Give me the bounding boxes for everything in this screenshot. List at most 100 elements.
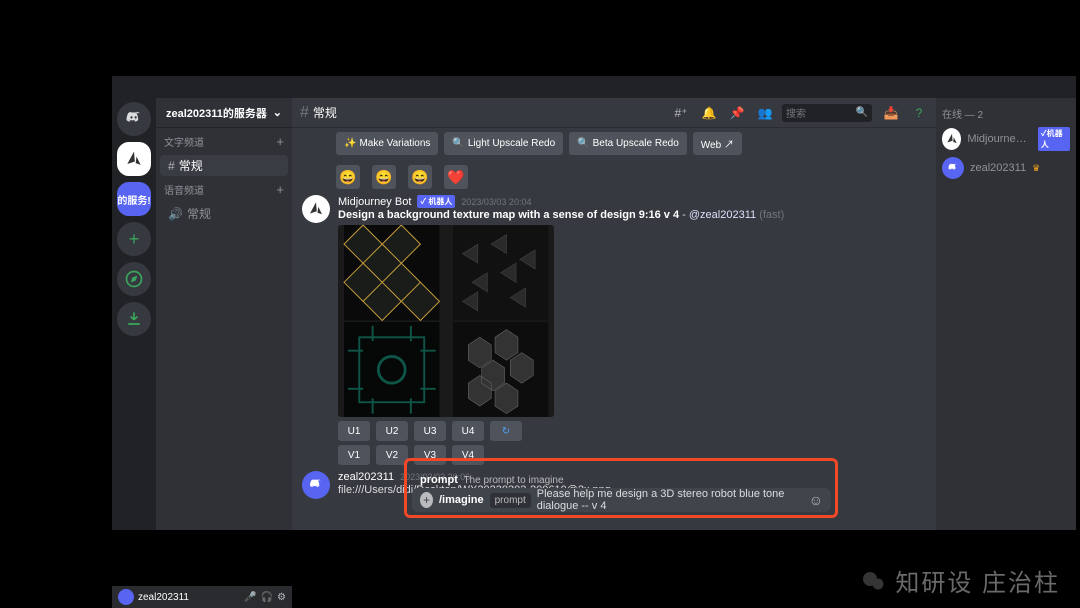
search-input[interactable]: 搜索 🔍 bbox=[782, 104, 872, 122]
member-row[interactable]: zeal202311 ♛ bbox=[942, 157, 1070, 179]
members-icon[interactable]: 👥 bbox=[756, 104, 774, 122]
v1-button[interactable]: V1 bbox=[338, 445, 370, 465]
category-label: 语音频道 bbox=[164, 182, 204, 197]
help-icon[interactable]: ? bbox=[910, 104, 928, 122]
member-list: 在线 — 2 Midjourney B... ✓机器人 zeal202311 ♛ bbox=[936, 98, 1076, 530]
hash-icon: # bbox=[300, 104, 309, 122]
search-icon: 🔍 bbox=[856, 107, 868, 118]
light-upscale-button[interactable]: 🔍Light Upscale Redo bbox=[444, 132, 563, 155]
channel-voice-general[interactable]: 🔊 常规 bbox=[160, 203, 288, 224]
channel-sidebar: zeal202311的服务器 ⌄ 文字频道 + # 常规 语音频道 + 🔊 常规 bbox=[156, 98, 292, 530]
channel-label: 常规 bbox=[187, 205, 211, 222]
avatar bbox=[942, 128, 961, 150]
threads-icon[interactable]: #⁺ bbox=[672, 104, 690, 122]
explore-button[interactable] bbox=[117, 262, 151, 296]
wechat-icon bbox=[859, 569, 887, 593]
message-text: Design a background texture map with a s… bbox=[338, 209, 926, 221]
reaction-button[interactable]: 😄 bbox=[336, 165, 360, 189]
beta-upscale-button[interactable]: 🔍Beta Upscale Redo bbox=[569, 132, 687, 155]
deafen-icon[interactable]: 🎧 bbox=[261, 592, 273, 603]
author-name[interactable]: zeal202311 bbox=[338, 471, 394, 483]
reaction-button[interactable]: 😄 bbox=[372, 165, 396, 189]
bot-tag: ✓ 机器人 bbox=[417, 195, 455, 208]
inbox-icon[interactable]: 📥 bbox=[882, 104, 900, 122]
avatar[interactable] bbox=[302, 471, 330, 499]
v2-button[interactable]: V2 bbox=[376, 445, 408, 465]
add-channel-icon[interactable]: + bbox=[276, 182, 284, 197]
command-hint: prompt The prompt to imagine bbox=[412, 472, 831, 488]
u1-button[interactable]: U1 bbox=[338, 421, 370, 441]
v3-button[interactable]: V3 bbox=[414, 445, 446, 465]
guild-midjourney[interactable] bbox=[117, 142, 151, 176]
author-name[interactable]: Midjourney Bot bbox=[338, 196, 411, 208]
download-icon bbox=[124, 309, 144, 329]
timestamp: 2023/03/03 20:04 bbox=[461, 197, 531, 207]
bot-message: Midjourney Bot ✓ 机器人 2023/03/03 20:04 De… bbox=[302, 195, 926, 465]
server-header[interactable]: zeal202311的服务器 ⌄ bbox=[156, 98, 292, 128]
category-voice[interactable]: 语音频道 + bbox=[156, 176, 292, 203]
speaker-icon: 🔊 bbox=[168, 207, 183, 221]
u3-button[interactable]: U3 bbox=[414, 421, 446, 441]
user-bar: zeal202311 🎤 🎧 ⚙ bbox=[112, 586, 292, 608]
watermark: 知研设 庄治柱 bbox=[859, 563, 1060, 598]
titlebar bbox=[112, 76, 1076, 98]
settings-icon[interactable]: ⚙ bbox=[277, 592, 286, 603]
mention[interactable]: @zeal202311 bbox=[689, 209, 756, 221]
chevron-down-icon: ⌄ bbox=[273, 106, 282, 119]
user-avatar[interactable] bbox=[118, 589, 134, 605]
discord-logo-icon bbox=[308, 477, 324, 493]
make-variations-button[interactable]: ✨Make Variations bbox=[336, 132, 438, 155]
reroll-button[interactable]: ↻ bbox=[490, 421, 522, 441]
emoji-picker-icon[interactable]: ☺ bbox=[809, 492, 823, 508]
content-area: # 常规 #⁺ 🔔 📌 👥 搜索 🔍 📥 ? ✨Ma bbox=[292, 98, 1076, 530]
server-name: zeal202311的服务器 bbox=[166, 105, 267, 121]
slash-command: /imagine bbox=[439, 494, 484, 506]
channel-label: 常规 bbox=[179, 157, 203, 174]
guild-list: 的服务! + bbox=[112, 98, 156, 530]
crown-icon: ♛ bbox=[1032, 163, 1040, 174]
bell-icon[interactable]: 🔔 bbox=[700, 104, 718, 122]
search-placeholder: 搜索 bbox=[786, 105, 806, 120]
bot-tag: ✓机器人 bbox=[1038, 127, 1070, 151]
category-text[interactable]: 文字频道 + bbox=[156, 128, 292, 155]
v4-button[interactable]: V4 bbox=[452, 445, 484, 465]
chat-column: # 常规 #⁺ 🔔 📌 👥 搜索 🔍 📥 ? ✨Ma bbox=[292, 98, 936, 530]
username: zeal202311 bbox=[138, 592, 189, 603]
guild-user-server[interactable]: 的服务! bbox=[117, 182, 151, 216]
message-list: ✨Make Variations 🔍Light Upscale Redo 🔍Be… bbox=[292, 128, 936, 530]
reaction-row: 😄 😄 😄 ❤️ bbox=[336, 165, 926, 189]
members-heading: 在线 — 2 bbox=[942, 106, 1070, 121]
u4-button[interactable]: U4 bbox=[452, 421, 484, 441]
compass-icon bbox=[124, 269, 144, 289]
sail-icon bbox=[124, 149, 144, 169]
v-button-row: V1 V2 V3 V4 bbox=[338, 445, 926, 465]
download-button[interactable] bbox=[117, 302, 151, 336]
discord-logo-icon bbox=[124, 109, 144, 129]
member-row[interactable]: Midjourney B... ✓机器人 bbox=[942, 127, 1070, 151]
web-button[interactable]: Web ↗ bbox=[693, 132, 742, 155]
add-server-button[interactable]: + bbox=[117, 222, 151, 256]
reaction-button[interactable]: 😄 bbox=[408, 165, 432, 189]
member-name: Midjourney B... bbox=[967, 133, 1031, 145]
attach-button[interactable]: + bbox=[420, 492, 433, 508]
home-button[interactable] bbox=[117, 102, 151, 136]
member-name: zeal202311 bbox=[970, 162, 1026, 174]
hash-icon: # bbox=[168, 159, 175, 173]
action-button-row: ✨Make Variations 🔍Light Upscale Redo 🔍Be… bbox=[336, 132, 926, 155]
mute-icon[interactable]: 🎤 bbox=[244, 592, 256, 603]
pin-icon[interactable]: 📌 bbox=[728, 104, 746, 122]
u2-button[interactable]: U2 bbox=[376, 421, 408, 441]
generated-image-grid[interactable] bbox=[338, 225, 554, 417]
avatar[interactable] bbox=[302, 195, 330, 223]
app-window: 的服务! + zeal202311的服务器 ⌄ 文字频道 + # 常规 bbox=[112, 76, 1076, 530]
main-layout: 的服务! + zeal202311的服务器 ⌄ 文字频道 + # 常规 bbox=[112, 98, 1076, 530]
sail-icon bbox=[307, 200, 325, 218]
add-channel-icon[interactable]: + bbox=[276, 134, 284, 149]
channel-title: 常规 bbox=[313, 104, 337, 121]
command-param: prompt bbox=[490, 493, 531, 508]
reaction-button[interactable]: ❤️ bbox=[444, 165, 468, 189]
u-button-row: U1 U2 U3 U4 ↻ bbox=[338, 421, 926, 441]
channel-text-general[interactable]: # 常规 bbox=[160, 155, 288, 176]
message-input[interactable]: + /imagine prompt Please help me design … bbox=[412, 488, 831, 512]
chat-header: # 常规 #⁺ 🔔 📌 👥 搜索 🔍 📥 ? bbox=[292, 98, 936, 128]
